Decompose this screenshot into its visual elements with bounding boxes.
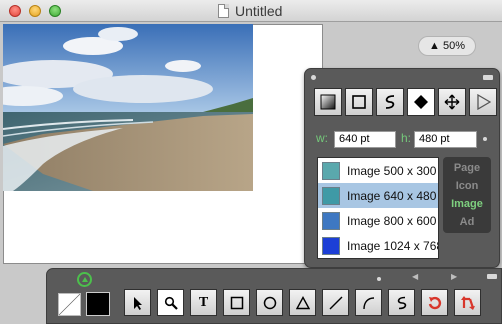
list-item[interactable]: Image 640 x 480 [318,183,438,208]
freehand-tool-button[interactable] [376,88,404,116]
zoom-tool-button[interactable] [157,289,184,316]
title-bar: Untitled [0,0,502,22]
move-arrows-icon [444,94,460,110]
list-item[interactable]: Image 1024 x 768 [318,233,438,258]
close-button[interactable] [9,5,21,17]
minimize-button[interactable] [29,5,41,17]
preset-label: Image 800 x 600 [347,213,437,228]
category-ad[interactable]: Ad [443,213,491,231]
tools-options-dot[interactable] [377,277,381,281]
play-tool-button[interactable] [469,88,497,116]
triangle-tool-button[interactable] [289,289,316,316]
rotate-tool-button[interactable] [421,289,448,316]
swatch-icon [322,236,340,255]
move-tool-button[interactable] [438,88,466,116]
category-image[interactable]: Image [443,195,491,213]
arrow-cursor-icon [133,296,142,310]
text-t-icon: T [198,294,209,310]
rectangle-tool-button[interactable] [345,88,373,116]
tools-collapse-handle[interactable] [487,274,497,279]
fields-options-dot[interactable] [483,137,487,141]
category-page[interactable]: Page [443,159,491,177]
magnifier-icon [164,296,178,310]
arc-tool-button[interactable] [355,289,382,316]
rotate-icon [428,296,441,309]
gradient-icon [320,94,336,110]
flip-arrows-icon [460,295,475,310]
diamond-icon [414,95,428,109]
swatch-icon [322,161,340,180]
beach-photo-image [3,24,253,191]
inspector-panel: w: 640 pt h: 480 pt Image 500 x 300 Imag… [304,68,500,268]
preset-list[interactable]: Image 500 x 300 Image 640 x 480 Image 80… [317,157,439,259]
height-label: h: [401,131,412,145]
ellipse-tool-button[interactable] [256,289,283,316]
inspector-tool-strip [314,88,497,118]
arc-icon [362,296,374,309]
next-arrow-icon[interactable]: ▶ [451,272,457,281]
height-field[interactable]: 480 pt [414,131,477,148]
beach-photo[interactable] [3,24,253,191]
zoom-level-badge[interactable]: ▲ 50% [418,36,476,56]
tools-panel: ◀ ▶ T [46,268,502,324]
text-tool-button[interactable]: T [190,289,217,316]
gradient-tool-button[interactable] [314,88,342,116]
panel-collapse-handle[interactable] [483,75,493,80]
line-tool-button[interactable] [322,289,349,316]
preset-label: Image 640 x 480 [347,188,437,203]
line-icon [329,296,342,309]
square-outline-icon [230,296,243,309]
stroke-color-swatch[interactable] [86,292,110,316]
panel-close-dot[interactable] [311,75,316,80]
expand-up-icon[interactable] [77,272,92,287]
category-icon[interactable]: Icon [443,177,491,195]
fill-color-swatch[interactable] [58,293,81,316]
preset-label: Image 500 x 300 [347,163,437,178]
drawing-tools: T [124,289,481,316]
play-triangle-icon [477,94,491,110]
squiggle-icon [385,95,395,109]
zoom-window-button[interactable] [49,5,61,17]
select-tool-button[interactable] [124,289,151,316]
prev-arrow-icon[interactable]: ◀ [412,272,418,281]
rectangle-tool-button[interactable] [223,289,250,316]
square-outline-icon [352,95,366,109]
list-item[interactable]: Image 500 x 300 [318,158,438,183]
document-icon [218,4,229,18]
swatch-icon [322,186,340,205]
triangle-outline-icon [295,295,310,309]
window-title: Untitled [235,3,283,19]
preset-label: Image 1024 x 768 [347,238,439,253]
freehand-tool-button[interactable] [388,289,415,316]
width-field[interactable]: 640 pt [334,131,396,148]
squiggle-icon [397,296,406,309]
flip-tool-button[interactable] [454,289,481,316]
category-selector: Page Icon Image Ad [443,157,491,233]
circle-outline-icon [263,296,276,309]
width-label: w: [316,131,328,145]
list-item[interactable]: Image 800 x 600 [318,208,438,233]
swatch-icon [322,211,340,230]
fill-tool-button[interactable] [407,88,435,116]
